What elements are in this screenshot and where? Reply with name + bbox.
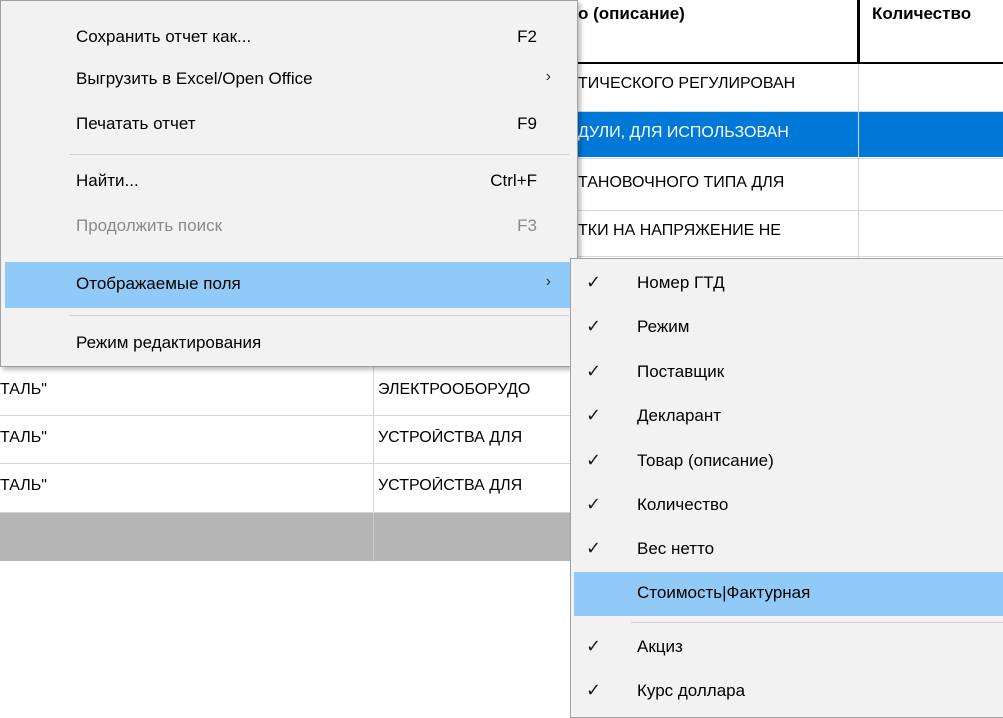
menu-item-displayed-fields[interactable]: Отображаемые поля ›	[5, 262, 573, 308]
checkmark-icon: ✓	[586, 680, 602, 700]
header-divider[interactable]	[857, 0, 860, 62]
menu-item-shortcut: F2	[517, 27, 537, 46]
table-cell-supplier[interactable]: ТАЛЬ"	[0, 477, 370, 495]
checkmark-icon: ✓	[586, 361, 602, 381]
field-label: Вес нетто	[637, 539, 715, 558]
table-cell-description[interactable]: ДУЛИ, ДЛЯ ИСПОЛЬЗОВАН	[578, 124, 856, 142]
displayed-fields-submenu: ✓ Номер ГТД ✓ Режим ✓ Поставщик ✓ Деклар…	[570, 258, 1003, 718]
row-divider	[578, 158, 1003, 159]
menu-item-save-report[interactable]: Сохранить отчет как... F2	[5, 15, 573, 61]
menu-item-continue-search: Продолжить поиск F3	[5, 204, 573, 250]
checkmark-icon: ✓	[586, 316, 602, 336]
menu-item-label: Выгрузить в Excel/Open Office	[76, 69, 313, 88]
field-label: Товар (описание)	[637, 451, 774, 470]
chevron-right-icon: ›	[545, 273, 551, 290]
field-label: Количество	[637, 495, 729, 514]
field-toggle-mode[interactable]: ✓ Режим	[574, 306, 1003, 350]
field-label: Курс доллара	[637, 681, 746, 700]
context-menu: Сохранить отчет как... F2 Выгрузить в Ex…	[0, 0, 578, 367]
field-label: Акциз	[637, 637, 683, 656]
table-cell-description[interactable]: ТАНОВОЧНОГО ТИПА ДЛЯ	[578, 174, 856, 192]
checkmark-icon: ✓	[586, 272, 602, 292]
menu-item-export-excel[interactable]: Выгрузить в Excel/Open Office ›	[5, 57, 573, 103]
menu-item-print-report[interactable]: Печатать отчет F9	[5, 102, 573, 148]
column-divider	[858, 64, 859, 259]
row-divider	[578, 111, 1003, 112]
field-toggle-declarant[interactable]: ✓ Декларант	[574, 395, 1003, 439]
row-divider	[578, 256, 1003, 257]
menu-item-label: Режим редактирования	[76, 333, 262, 352]
field-toggle-gtd-number[interactable]: ✓ Номер ГТД	[574, 262, 1003, 306]
field-toggle-dollar-rate[interactable]: ✓ Курс доллара	[574, 670, 1003, 714]
menu-item-label: Печатать отчет	[76, 114, 196, 133]
row-divider	[0, 463, 570, 464]
checkmark-icon: ✓	[586, 405, 602, 425]
table-cell-goods[interactable]: УСТРОЙСТВА ДЛЯ	[378, 429, 570, 447]
checkmark-icon: ✓	[586, 450, 602, 470]
field-toggle-invoice-value[interactable]: Стоимость|Фактурная	[574, 572, 1003, 616]
table-cell-supplier[interactable]: ТАЛЬ"	[0, 381, 370, 399]
checkmark-icon: ✓	[586, 636, 602, 656]
column-header-description[interactable]: о (описание)	[578, 0, 856, 62]
menu-item-shortcut: F3	[517, 216, 537, 235]
field-label: Поставщик	[637, 362, 725, 381]
table-cell-description[interactable]: ТИЧЕСКОГО РЕГУЛИРОВАН	[578, 75, 856, 93]
menu-separator	[69, 315, 569, 316]
field-toggle-excise[interactable]: ✓ Акциз	[574, 626, 1003, 670]
checkmark-icon: ✓	[586, 494, 602, 514]
field-label: Номер ГТД	[637, 273, 725, 292]
field-toggle-goods-description[interactable]: ✓ Товар (описание)	[574, 440, 1003, 484]
menu-item-label: Сохранить отчет как...	[76, 27, 252, 46]
menu-item-edit-mode[interactable]: Режим редактирования	[5, 321, 573, 367]
table-cell-goods[interactable]: ЭЛЕКТРООБОРУДО	[378, 381, 570, 399]
column-divider	[373, 513, 374, 561]
menu-item-find[interactable]: Найти... Ctrl+F	[5, 159, 573, 205]
field-toggle-supplier[interactable]: ✓ Поставщик	[574, 351, 1003, 395]
chevron-right-icon: ›	[545, 68, 551, 85]
checkmark-icon: ✓	[586, 538, 602, 558]
table-cell-supplier[interactable]: ТАЛЬ"	[0, 429, 370, 447]
table-cell-description[interactable]: ТКИ НА НАПРЯЖЕНИЕ НЕ	[578, 222, 856, 240]
field-label: Режим	[637, 317, 690, 336]
menu-separator	[631, 622, 1003, 623]
header-bottom-border	[578, 62, 1003, 64]
menu-item-label: Найти...	[76, 171, 139, 190]
field-label: Декларант	[637, 406, 722, 425]
menu-item-label: Отображаемые поля	[76, 274, 241, 293]
menu-item-shortcut: F9	[517, 114, 537, 133]
column-header-quantity[interactable]: Количество	[872, 0, 1003, 62]
field-toggle-quantity[interactable]: ✓ Количество	[574, 484, 1003, 528]
totals-row	[0, 513, 570, 561]
menu-item-shortcut: Ctrl+F	[490, 171, 537, 190]
field-label: Стоимость|Фактурная	[637, 583, 811, 602]
field-toggle-net-weight[interactable]: ✓ Вес нетто	[574, 528, 1003, 572]
row-divider	[0, 415, 570, 416]
row-divider	[578, 210, 1003, 211]
menu-item-label: Продолжить поиск	[76, 216, 223, 235]
table-cell-goods[interactable]: УСТРОЙСТВА ДЛЯ	[378, 477, 570, 495]
menu-separator	[69, 154, 569, 155]
